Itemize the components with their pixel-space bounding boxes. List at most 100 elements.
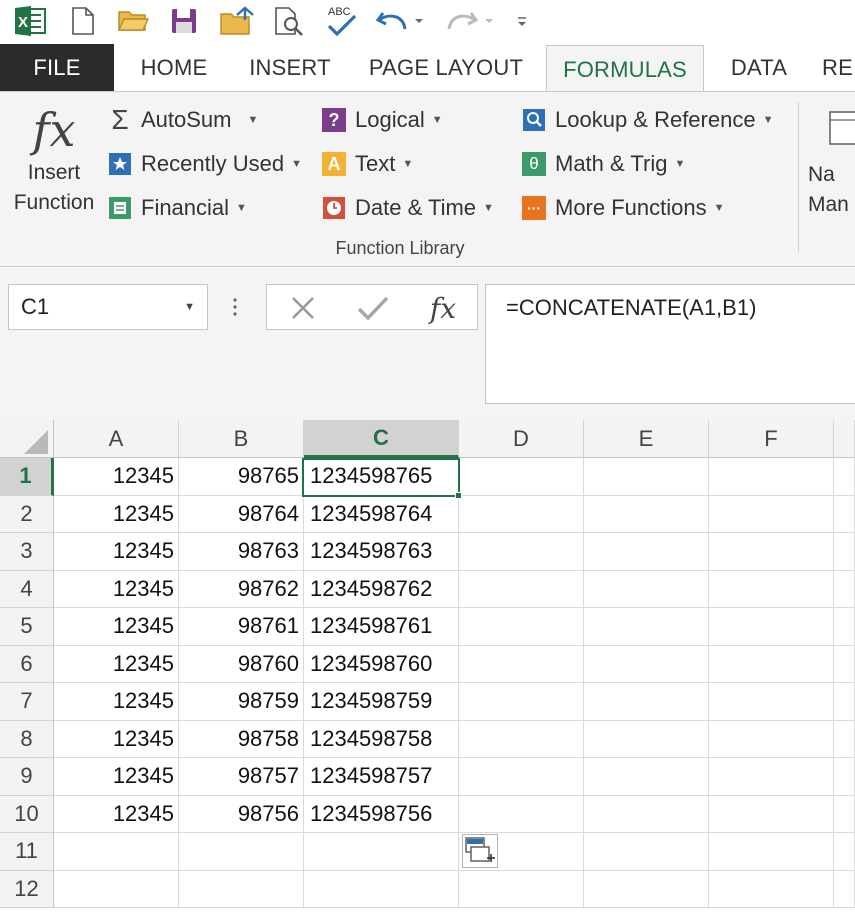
cell-a1[interactable]: 12345 bbox=[54, 458, 179, 496]
enter-check-icon[interactable] bbox=[353, 291, 393, 325]
cell-f10[interactable] bbox=[709, 795, 834, 833]
name-manager-button[interactable]: Na Man bbox=[808, 102, 855, 232]
cell-b10[interactable]: 98756 bbox=[179, 795, 304, 833]
cell-e2[interactable] bbox=[584, 495, 709, 533]
open-folder-icon[interactable] bbox=[116, 4, 150, 38]
redo-icon[interactable] bbox=[444, 4, 498, 38]
row-header-5[interactable]: 5 bbox=[0, 608, 54, 646]
cell-c11[interactable] bbox=[304, 833, 459, 871]
financial-button[interactable]: Financial ▼ bbox=[108, 190, 247, 226]
row-header-4[interactable]: 4 bbox=[0, 570, 54, 608]
fill-handle[interactable] bbox=[455, 492, 462, 499]
cell-d5[interactable] bbox=[459, 608, 584, 646]
cell-e12[interactable] bbox=[584, 870, 709, 908]
cell-g4[interactable] bbox=[834, 570, 855, 608]
lookup-reference-button[interactable]: Lookup & Reference ▼ bbox=[522, 102, 773, 138]
column-header-a[interactable]: A bbox=[54, 420, 179, 458]
cell-b1[interactable]: 98765 bbox=[179, 458, 304, 496]
cell-a5[interactable]: 12345 bbox=[54, 608, 179, 646]
cell-b9[interactable]: 98757 bbox=[179, 758, 304, 796]
cell-g9[interactable] bbox=[834, 758, 855, 796]
cell-a11[interactable] bbox=[54, 833, 179, 871]
cell-a10[interactable]: 12345 bbox=[54, 795, 179, 833]
tab-home[interactable]: HOME bbox=[126, 44, 222, 92]
name-box[interactable]: C1 ▼ bbox=[8, 284, 208, 330]
cell-c9[interactable]: 1234598757 bbox=[304, 758, 459, 796]
cell-g3[interactable] bbox=[834, 533, 855, 571]
cell-e3[interactable] bbox=[584, 533, 709, 571]
row-header-11[interactable]: 11 bbox=[0, 833, 54, 871]
cell-d4[interactable] bbox=[459, 570, 584, 608]
cell-g12[interactable] bbox=[834, 870, 855, 908]
column-header-f[interactable]: F bbox=[709, 420, 834, 458]
cell-c3[interactable]: 1234598763 bbox=[304, 533, 459, 571]
cell-f3[interactable] bbox=[709, 533, 834, 571]
cell-c2[interactable]: 1234598764 bbox=[304, 495, 459, 533]
cell-e8[interactable] bbox=[584, 720, 709, 758]
chevron-down-icon[interactable]: ▼ bbox=[184, 301, 195, 313]
formula-input[interactable]: =CONCATENATE(A1,B1) bbox=[485, 284, 855, 404]
row-header-7[interactable]: 7 bbox=[0, 683, 54, 721]
tab-file[interactable]: FILE bbox=[0, 44, 114, 92]
cell-f9[interactable] bbox=[709, 758, 834, 796]
auto-fill-options-icon[interactable] bbox=[462, 834, 498, 868]
row-header-9[interactable]: 9 bbox=[0, 758, 54, 796]
cell-b12[interactable] bbox=[179, 870, 304, 908]
column-header-b[interactable]: B bbox=[179, 420, 304, 458]
cell-b11[interactable] bbox=[179, 833, 304, 871]
row-header-2[interactable]: 2 bbox=[0, 495, 54, 533]
print-preview-icon[interactable] bbox=[272, 4, 306, 38]
cell-e7[interactable] bbox=[584, 683, 709, 721]
row-header-6[interactable]: 6 bbox=[0, 645, 54, 683]
cell-b4[interactable]: 98762 bbox=[179, 570, 304, 608]
autosum-button[interactable]: Σ AutoSum ▼ bbox=[108, 102, 258, 138]
cell-d1[interactable] bbox=[459, 458, 584, 496]
cell-d9[interactable] bbox=[459, 758, 584, 796]
cell-e5[interactable] bbox=[584, 608, 709, 646]
row-header-3[interactable]: 3 bbox=[0, 533, 54, 571]
cell-f5[interactable] bbox=[709, 608, 834, 646]
cell-g5[interactable] bbox=[834, 608, 855, 646]
select-all-button[interactable] bbox=[0, 420, 54, 458]
cell-d12[interactable] bbox=[459, 870, 584, 908]
cell-f2[interactable] bbox=[709, 495, 834, 533]
undo-icon[interactable] bbox=[374, 4, 428, 38]
cell-e10[interactable] bbox=[584, 795, 709, 833]
cell-a4[interactable]: 12345 bbox=[54, 570, 179, 608]
cell-b8[interactable]: 98758 bbox=[179, 720, 304, 758]
cell-e4[interactable] bbox=[584, 570, 709, 608]
spelling-icon[interactable]: ABC bbox=[324, 4, 360, 38]
cell-f11[interactable] bbox=[709, 833, 834, 871]
cell-d7[interactable] bbox=[459, 683, 584, 721]
save-icon[interactable] bbox=[168, 4, 200, 38]
cell-b5[interactable]: 98761 bbox=[179, 608, 304, 646]
cell-f6[interactable] bbox=[709, 645, 834, 683]
math-trig-button[interactable]: θ Math & Trig ▼ bbox=[522, 146, 685, 182]
cell-a7[interactable]: 12345 bbox=[54, 683, 179, 721]
customize-icon[interactable] bbox=[512, 4, 532, 38]
cell-c10[interactable]: 1234598756 bbox=[304, 795, 459, 833]
cell-f1[interactable] bbox=[709, 458, 834, 496]
open-recent-icon[interactable] bbox=[218, 4, 256, 38]
cell-b7[interactable]: 98759 bbox=[179, 683, 304, 721]
cell-c8[interactable]: 1234598758 bbox=[304, 720, 459, 758]
cell-c1[interactable]: 1234598765 bbox=[304, 458, 459, 496]
row-header-8[interactable]: 8 bbox=[0, 720, 54, 758]
cancel-icon[interactable] bbox=[285, 291, 321, 325]
cell-g2[interactable] bbox=[834, 495, 855, 533]
tab-page-layout[interactable]: PAGE LAYOUT bbox=[360, 44, 532, 92]
row-header-10[interactable]: 10 bbox=[0, 795, 54, 833]
cell-c4[interactable]: 1234598762 bbox=[304, 570, 459, 608]
cell-f4[interactable] bbox=[709, 570, 834, 608]
cell-f12[interactable] bbox=[709, 870, 834, 908]
logical-button[interactable]: ? Logical ▼ bbox=[322, 102, 443, 138]
cell-d6[interactable] bbox=[459, 645, 584, 683]
date-time-button[interactable]: Date & Time ▼ bbox=[322, 190, 494, 226]
cell-g7[interactable] bbox=[834, 683, 855, 721]
cell-c12[interactable] bbox=[304, 870, 459, 908]
formula-bar-resize-handle[interactable] bbox=[228, 292, 242, 322]
cell-d3[interactable] bbox=[459, 533, 584, 571]
cell-f8[interactable] bbox=[709, 720, 834, 758]
cell-g1[interactable] bbox=[834, 458, 855, 496]
cell-a6[interactable]: 12345 bbox=[54, 645, 179, 683]
